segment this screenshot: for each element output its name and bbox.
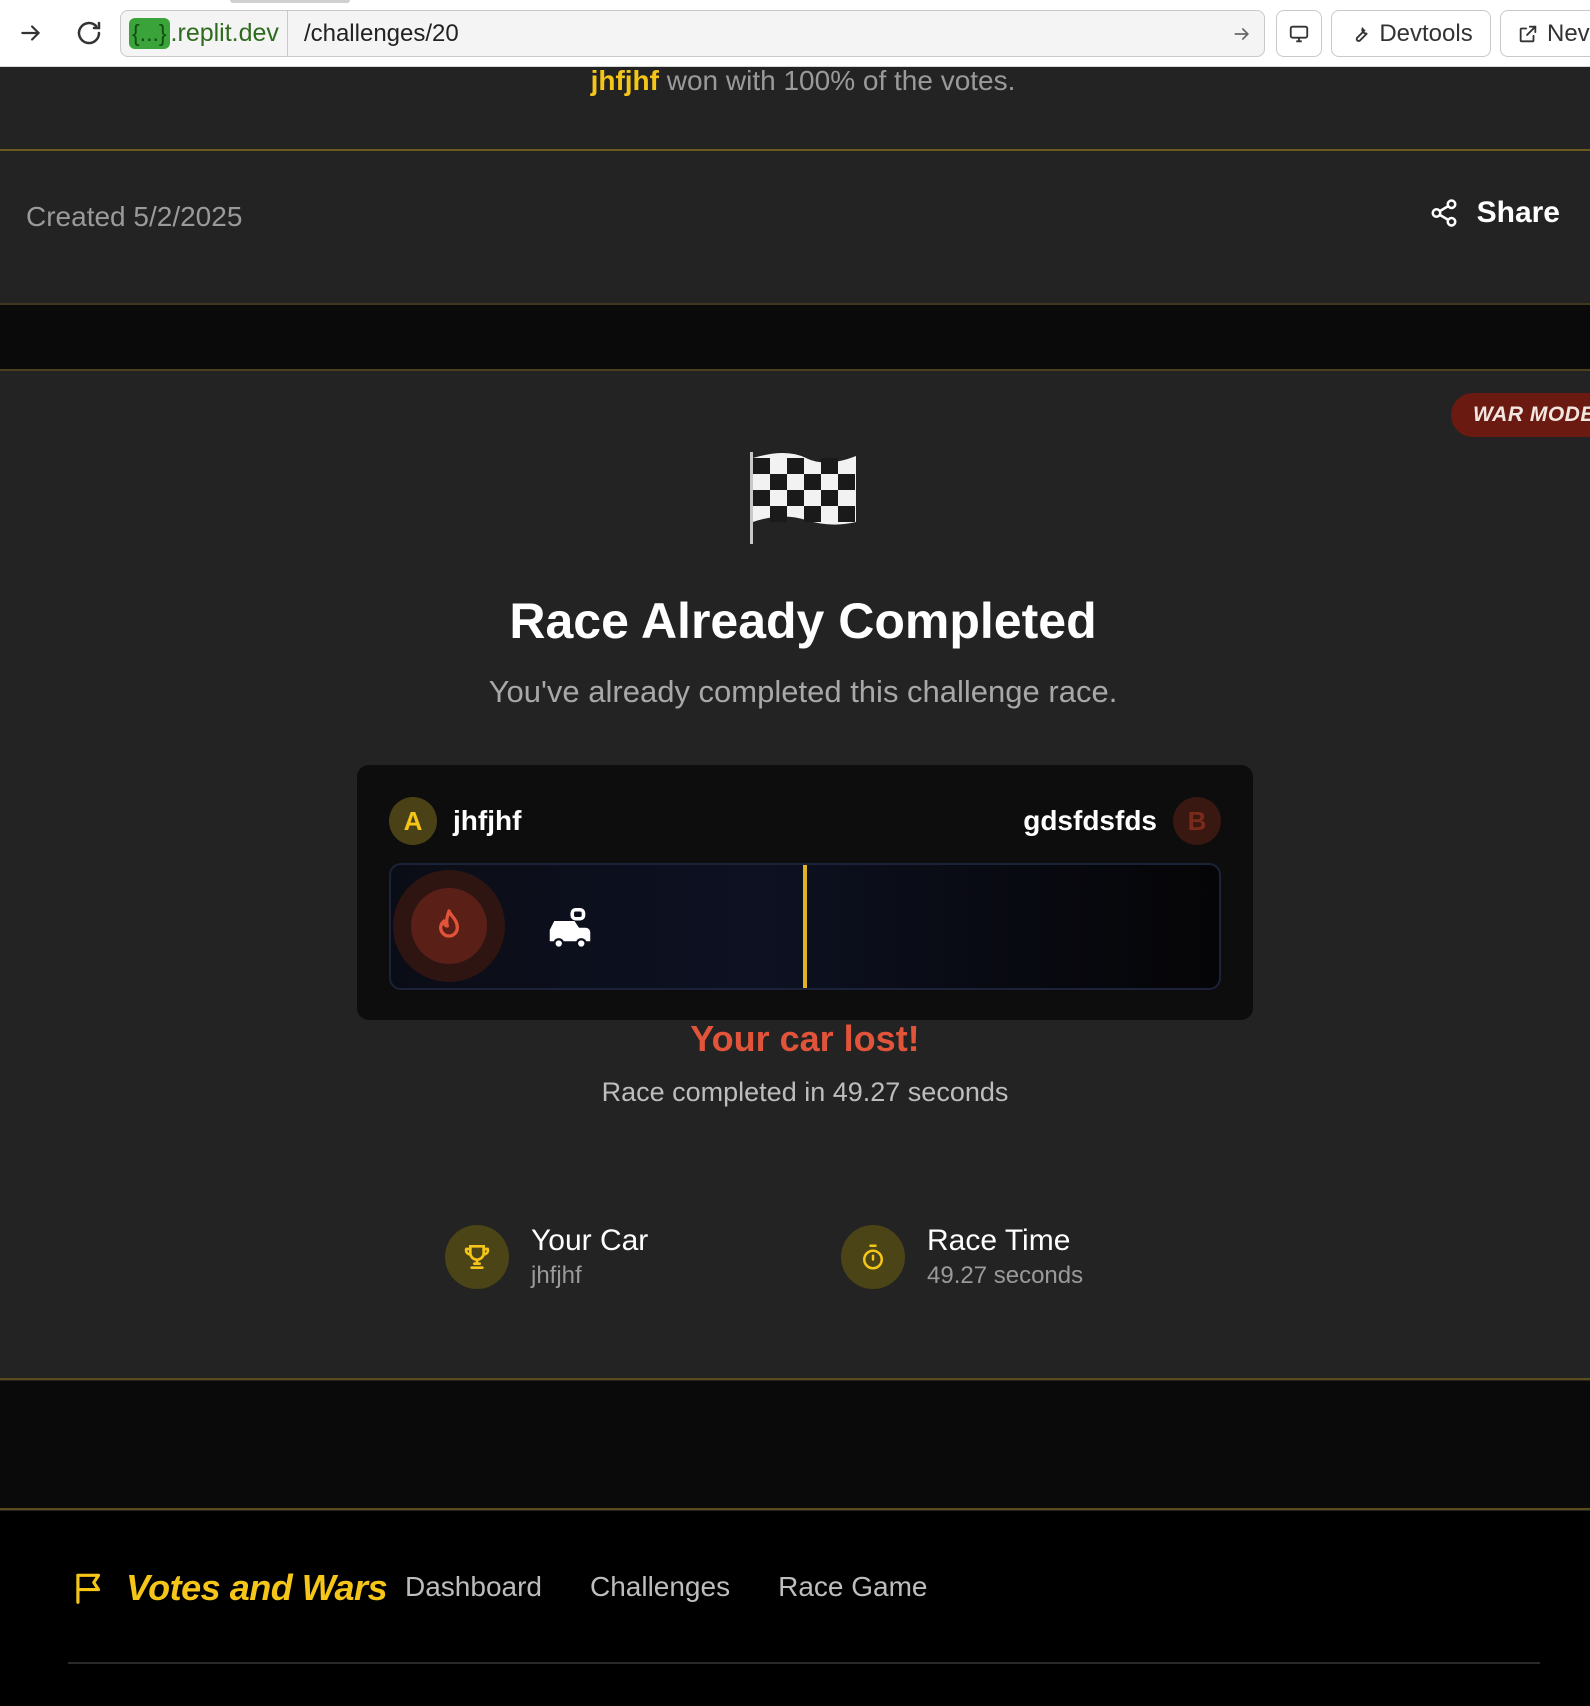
player-b-avatar: B bbox=[1173, 797, 1221, 845]
active-tab-indicator bbox=[230, 0, 350, 3]
fire-badge bbox=[393, 870, 505, 982]
winner-name: jhfjhf bbox=[590, 65, 659, 96]
share-label: Share bbox=[1476, 196, 1560, 229]
wrench-icon bbox=[1356, 26, 1369, 42]
stat-value: 49.27 seconds bbox=[927, 1262, 1084, 1289]
stat-label: Your Car bbox=[531, 1224, 649, 1257]
footer-link-dashboard[interactable]: Dashboard bbox=[405, 1571, 542, 1603]
devtools-label: Devtools bbox=[1379, 19, 1473, 47]
go-arrow-icon[interactable] bbox=[1220, 24, 1264, 44]
reload-button[interactable] bbox=[70, 14, 108, 52]
player-a: A jhfjhf bbox=[389, 797, 521, 845]
external-link-icon bbox=[1519, 25, 1537, 42]
new-tab-button[interactable]: Nev bbox=[1500, 10, 1590, 57]
footer-nav: Dashboard Challenges Race Game bbox=[405, 1571, 928, 1603]
stopwatch-icon bbox=[841, 1225, 905, 1289]
url-path[interactable]: /challenges/20 bbox=[288, 20, 1220, 48]
trophy-icon bbox=[445, 1225, 509, 1289]
player-a-name: jhfjhf bbox=[453, 805, 522, 836]
new-tab-label: Nev bbox=[1547, 19, 1590, 47]
flame-icon bbox=[439, 909, 459, 938]
stat-your-car: Your Car jhfjhf bbox=[445, 1224, 648, 1290]
brand-name: Votes and Wars bbox=[126, 1567, 388, 1608]
race-track bbox=[389, 863, 1221, 990]
race-section: WAR MODE Race Already Completed You've a… bbox=[0, 372, 1590, 1380]
race-completed-time: Race completed in 49.27 seconds bbox=[601, 1077, 1009, 1107]
player-b-name: gdsfdsfds bbox=[1023, 805, 1157, 836]
stat-value: jhfjhf bbox=[531, 1262, 582, 1289]
address-bar[interactable]: {...} .replit.dev /challenges/20 bbox=[120, 10, 1265, 57]
monitor-icon bbox=[1289, 25, 1309, 42]
devtools-button[interactable]: Devtools bbox=[1331, 10, 1491, 57]
footer: Votes and Wars Dashboard Challenges Race… bbox=[0, 1511, 1590, 1706]
replit-badge: {...} bbox=[129, 18, 170, 49]
flag-icon bbox=[76, 1573, 101, 1604]
reload-icon bbox=[77, 21, 101, 45]
player-b: gdsfdsfds B bbox=[1023, 797, 1221, 845]
created-date: Created 5/2/2025 bbox=[26, 201, 243, 232]
share-button[interactable]: Share bbox=[1429, 196, 1560, 230]
checkered-flag-icon bbox=[750, 452, 856, 544]
stat-race-time: Race Time 49.27 seconds bbox=[841, 1224, 1083, 1290]
player-a-avatar: A bbox=[389, 797, 437, 845]
brand-logo[interactable]: Votes and Wars bbox=[70, 1567, 388, 1609]
browser-toolbar: {...} .replit.dev /challenges/20 Devtool… bbox=[0, 0, 1590, 67]
war-mode-badge: WAR MODE bbox=[1451, 393, 1590, 437]
page-title: Race Already Completed bbox=[509, 593, 1097, 649]
finish-line bbox=[803, 865, 807, 988]
winner-suffix: won with 100% of the votes. bbox=[658, 65, 1016, 96]
challenge-meta: Created 5/2/2025 Share bbox=[0, 152, 1590, 305]
forward-button[interactable] bbox=[12, 14, 50, 52]
host-label: .replit.dev bbox=[170, 19, 279, 47]
footer-divider bbox=[68, 1662, 1540, 1664]
share-icon bbox=[1431, 199, 1457, 227]
race-result-text: Your car lost! bbox=[690, 1018, 920, 1059]
footer-link-challenges[interactable]: Challenges bbox=[590, 1571, 730, 1603]
url-host: {...} .replit.dev bbox=[121, 11, 288, 56]
arrow-right-icon bbox=[21, 25, 41, 41]
footer-link-race-game[interactable]: Race Game bbox=[778, 1571, 927, 1603]
page-subtitle: You've already completed this challenge … bbox=[488, 674, 1118, 709]
car-icon bbox=[549, 907, 591, 949]
race-result-card: A jhfjhf gdsfdsfds B Your car lost! Race… bbox=[357, 765, 1253, 1107]
device-preview-button[interactable] bbox=[1276, 10, 1322, 57]
winner-text: jhfjhf won with 100% of the votes. bbox=[0, 67, 1590, 95]
divider-band bbox=[0, 1381, 1590, 1510]
winner-banner: jhfjhf won with 100% of the votes. bbox=[0, 67, 1590, 151]
stat-label: Race Time bbox=[927, 1224, 1071, 1257]
divider-band bbox=[0, 305, 1590, 371]
